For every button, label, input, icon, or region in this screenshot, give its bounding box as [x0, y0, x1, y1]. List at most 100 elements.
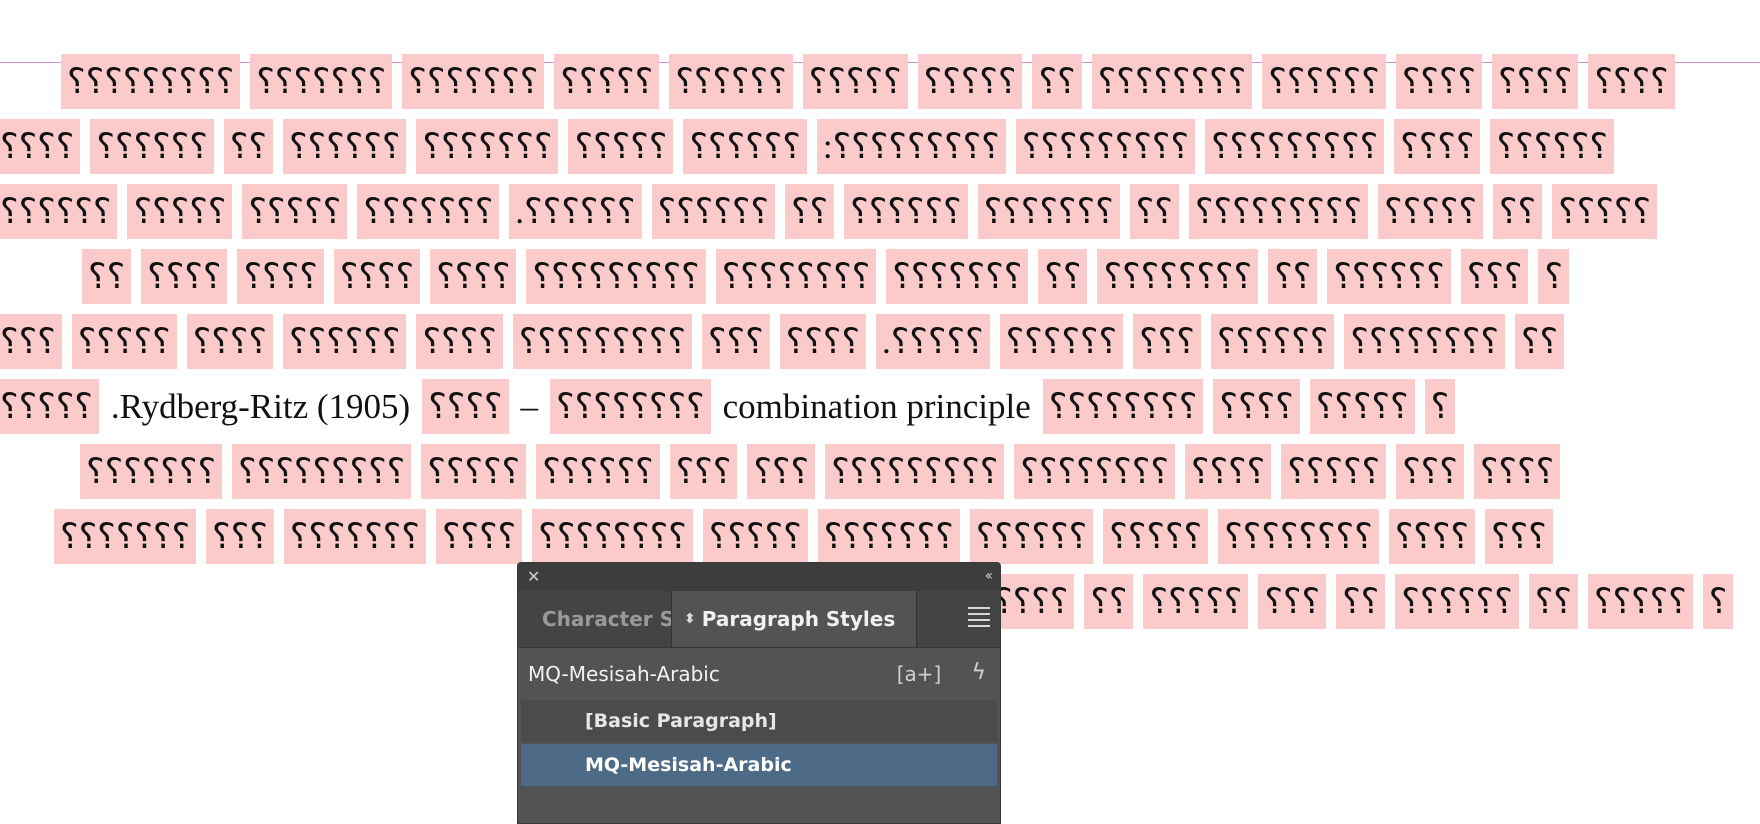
text-word: ؟؟؟؟: [1473, 444, 1561, 499]
text-word: ؟: [1424, 379, 1456, 434]
text-word: ؟؟؟؟؟: [554, 54, 660, 109]
text-line: ؟؟؟؟؟؟؟؟؟؟؟؟؟؟؟؟؟؟؟؟؟؟؟؟؟؟؟؟؟؟؟؟؟؟؟؟؟؟؟؟…: [82, 249, 1569, 304]
text-word: ؟؟؟؟؟؟؟؟؟: [1204, 119, 1385, 174]
text-word: ؟؟؟؟؟: [917, 54, 1023, 109]
text-word: ؟؟؟؟: [416, 314, 503, 369]
text-word: ؟؟؟؟: [141, 249, 228, 304]
text-word: ؟؟؟؟؟؟: [282, 119, 407, 174]
text-word: ؟؟؟؟: [1213, 379, 1300, 434]
text-word: ؟؟؟؟؟: [1281, 444, 1387, 499]
text-word: ؟؟: [1514, 314, 1565, 369]
text-line: ؟؟؟؟؟؟؟؟؟؟؟؟؟؟؟؟؟؟؟؟؟؟؟؟؟؟؟؟؟؟؟؟؟؟؟؟؟؟؟؟…: [61, 54, 1675, 109]
text-word: .؟؟؟؟؟؟: [509, 184, 642, 239]
text-word: ؟؟؟؟؟؟؟؟؟: [232, 444, 412, 499]
text-word: ؟؟؟؟؟؟: [844, 184, 968, 239]
style-item-label: [Basic Paragraph]: [585, 710, 777, 732]
text-word: ؟؟؟؟؟؟: [669, 54, 793, 109]
text-word: ؟؟؟؟؟: [702, 509, 808, 564]
text-word: ؟؟؟: [1460, 249, 1529, 304]
text-word: ؟؟؟؟؟؟: [1262, 54, 1386, 109]
panel-tabs: Character S ⬍ Paragraph Styles: [518, 591, 1000, 648]
style-item-mq-mesisah-arabic[interactable]: MQ-Mesisah-Arabic: [521, 744, 997, 786]
text-word: ؟؟؟؟؟: [421, 444, 527, 499]
text-word: ؟؟: [1492, 184, 1543, 239]
text-word: ؟؟؟؟؟: [802, 54, 908, 109]
collapse-icon[interactable]: ‹‹: [985, 568, 993, 584]
text-word: ؟؟: [82, 249, 132, 304]
text-word: ؟؟؟؟: [435, 509, 523, 564]
text-word: ؟؟؟؟؟؟: [1490, 119, 1614, 174]
panel-titlebar[interactable]: ✕ ‹‹: [518, 563, 1000, 591]
text-word: ؟؟؟؟؟؟: [1395, 574, 1519, 629]
text-word: ؟؟؟؟: [0, 119, 81, 174]
text-word: ؟؟: [1336, 574, 1386, 629]
text-word: ؟؟؟؟: [237, 249, 324, 304]
text-word: ؟؟؟؟؟؟؟: [54, 509, 197, 564]
text-word: ؟؟؟؟: [1394, 119, 1481, 174]
text-word: ؟؟؟: [1258, 574, 1327, 629]
text-line: ؟؟؟؟ ؟؟ ؟؟؟؟؟ ؟؟؟ ؟؟ ؟؟؟؟؟؟ ؟؟ ؟؟؟؟؟ ؟: [988, 574, 1734, 629]
text-word: ؟؟؟؟؟؟؟؟: [550, 379, 711, 434]
text-word: ؟؟؟؟؟: [1103, 509, 1209, 564]
text-word: ؟؟؟؟؟؟: [90, 119, 214, 174]
text-word: ؟؟؟؟؟؟؟: [817, 509, 960, 564]
tab-paragraph-styles[interactable]: ⬍ Paragraph Styles: [671, 591, 917, 647]
text-word: ؟؟؟: [206, 509, 274, 564]
text-word: ؟: [1538, 249, 1569, 304]
current-style-row: MQ-Mesisah-Arabic [a+] ϟ: [518, 648, 1000, 700]
text-word: ؟؟؟؟؟؟؟؟: [1344, 314, 1505, 369]
text-word: ؟؟؟؟؟: [242, 184, 348, 239]
text-line: ؟؟؟ ؟؟؟؟؟ ؟؟؟؟ ؟؟؟؟؟؟ ؟؟؟؟ ؟؟؟؟؟؟؟؟؟ ؟؟؟ ؟؟؟؟ .؟…: [0, 314, 1565, 369]
text-word: ؟؟؟؟: [1492, 54, 1579, 109]
text-word: ؟: [1702, 574, 1734, 629]
text-word: ؟؟؟؟؟؟؟؟: [1218, 509, 1379, 564]
text-word: ؟؟؟؟؟؟؟: [80, 444, 223, 499]
panel-menu-icon[interactable]: [968, 607, 990, 631]
tab-character-styles[interactable]: Character S: [518, 591, 694, 647]
paragraph-styles-panel: ✕ ‹‹ Character S ⬍ Paragraph Styles MQ-M…: [517, 562, 1001, 824]
lightning-icon[interactable]: ϟ: [971, 660, 986, 685]
text-word: .Rydberg-Ritz (1905): [110, 387, 411, 426]
text-word: ؟؟؟؟؟: [1309, 379, 1415, 434]
text-word: ؟؟: [1032, 54, 1082, 109]
text-word: ؟؟؟؟؟؟؟: [250, 54, 393, 109]
text-word: ؟؟؟؟؟؟؟؟؟: [512, 314, 692, 369]
text-word: ؟؟؟؟؟؟؟: [416, 119, 559, 174]
text-word: ؟؟؟؟؟؟: [969, 509, 1094, 564]
text-word: ؟؟؟؟؟: [1143, 574, 1249, 629]
text-word: ؟؟؟؟: [1184, 444, 1272, 499]
text-word: ؟؟؟؟؟؟؟؟: [715, 249, 877, 304]
text-word: ؟؟: [1084, 574, 1134, 629]
clear-overrides-icon[interactable]: [a+]: [897, 660, 942, 688]
text-word: ؟؟؟؟؟: [568, 119, 674, 174]
text-word: ؟؟؟؟؟؟؟: [977, 184, 1120, 239]
text-line: ؟؟؟؟؟؟؟؟؟؟؟؟؟؟؟؟؟؟؟؟؟؟؟؟؟؟؟؟؟؟؟؟؟؟؟؟؟؟؟؟…: [54, 509, 1553, 564]
current-style-name: MQ-Mesisah-Arabic: [528, 662, 720, 686]
text-word: ؟؟؟: [1396, 444, 1464, 499]
text-word: ؟؟؟؟؟؟؟؟؟: [825, 444, 1005, 499]
tab-paragraph-styles-label: Paragraph Styles: [701, 607, 896, 631]
text-word: ؟؟؟؟؟؟؟؟: [532, 509, 693, 564]
text-word: ؟؟: [223, 119, 273, 174]
text-word: ؟؟؟: [701, 314, 770, 369]
text-word: ؟؟؟؟؟: [1378, 184, 1483, 239]
text-word: ؟؟؟؟: [430, 249, 517, 304]
text-word: ؟؟؟؟؟؟؟؟: [1091, 54, 1253, 109]
text-word: ؟؟؟؟: [1588, 54, 1675, 109]
text-word: ؟؟؟؟؟؟؟: [357, 184, 500, 239]
text-word: ؟؟؟؟؟: [1552, 184, 1657, 239]
text-word: ؟؟؟؟؟؟؟: [402, 54, 545, 109]
text-line: ؟؟؟؟؟؟ ؟؟؟؟؟ ؟؟؟؟؟ ؟؟؟؟؟؟؟ .؟؟؟؟؟؟ ؟؟؟؟؟؟ ؟؟ ؟؟…: [0, 184, 1657, 239]
text-word: :؟؟؟؟؟؟؟؟؟: [816, 119, 1006, 174]
updown-arrows-icon: ⬍: [684, 611, 696, 627]
text-word: ؟؟؟؟؟؟؟؟؟: [61, 54, 241, 109]
style-item-basic-paragraph[interactable]: [Basic Paragraph]: [521, 700, 997, 742]
text-word: ؟؟: [1528, 574, 1578, 629]
text-word: ؟؟: [1129, 184, 1179, 239]
text-word: ؟؟؟؟؟؟: [282, 314, 407, 369]
text-word: ؟؟؟؟؟: [127, 184, 233, 239]
text-word: ؟؟؟: [1133, 314, 1201, 369]
close-icon[interactable]: ✕: [527, 567, 540, 586]
text-word: ؟؟؟؟: [333, 249, 421, 304]
text-word: combination principle: [722, 387, 1031, 426]
